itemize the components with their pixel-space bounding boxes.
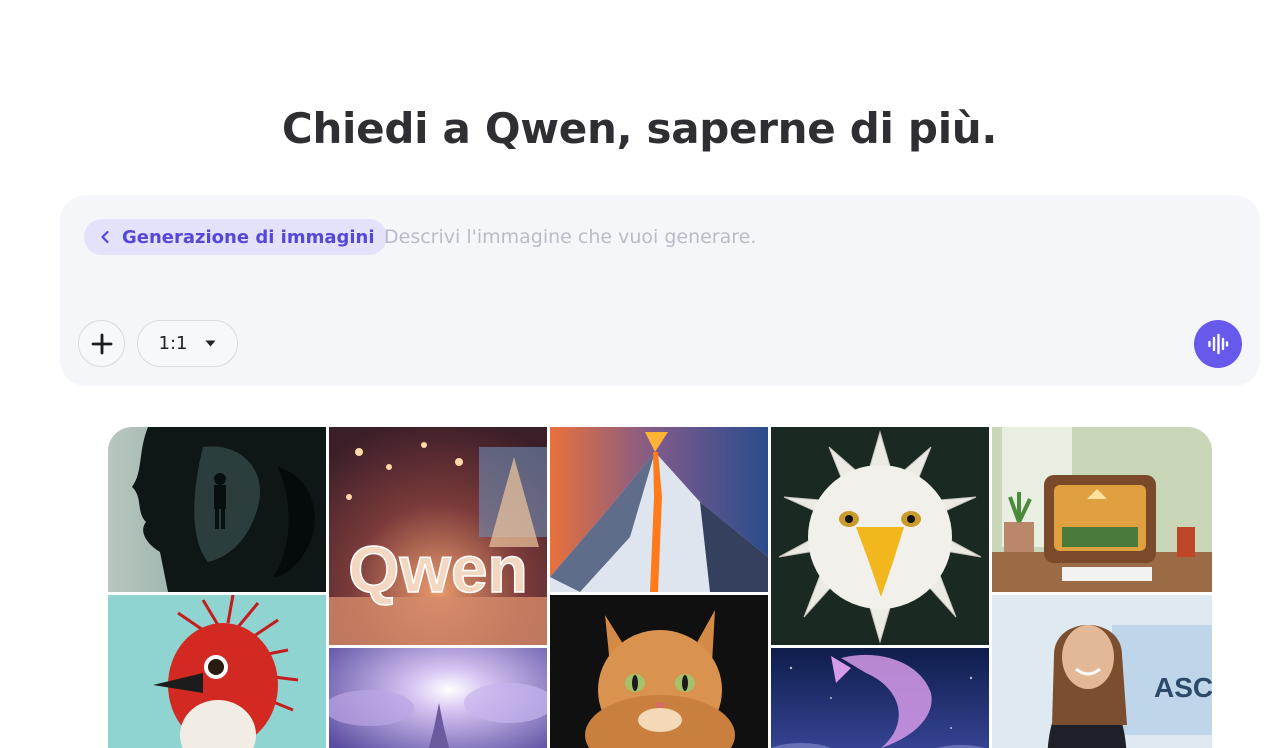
gallery-image-volcano[interactable] bbox=[550, 427, 768, 592]
gallery-image-cat[interactable] bbox=[550, 595, 768, 748]
speaker-backdrop-text: ASC bbox=[1154, 672, 1212, 703]
image-gallery: Qwen ASC bbox=[108, 427, 1212, 748]
aspect-ratio-dropdown[interactable]: 1:1 bbox=[137, 320, 238, 367]
image-generation-mode-chip[interactable]: Generazione di immagini bbox=[84, 219, 387, 255]
qwen-letters-text: Qwen bbox=[348, 532, 528, 606]
gallery-image-castle-sky[interactable] bbox=[329, 648, 547, 748]
voice-waveform-icon bbox=[1208, 333, 1229, 355]
caret-down-icon bbox=[205, 340, 216, 347]
page-title: Chiedi a Qwen, saperne di più. bbox=[281, 104, 998, 153]
gallery-image-whale[interactable] bbox=[771, 648, 989, 748]
gallery-image-speaker[interactable]: ASC bbox=[992, 595, 1212, 748]
plus-icon bbox=[91, 333, 112, 354]
prompt-composer: Generazione di immagini 1:1 bbox=[60, 195, 1260, 386]
voice-input-button[interactable] bbox=[1194, 320, 1242, 368]
gallery-image-qwen-letters[interactable]: Qwen bbox=[329, 427, 547, 645]
gallery-image-eagle[interactable] bbox=[771, 427, 989, 645]
attach-button[interactable] bbox=[78, 320, 125, 367]
gallery-image-spiky-bird[interactable] bbox=[108, 595, 326, 748]
gallery-image-silhouette[interactable] bbox=[108, 427, 326, 592]
mode-chip-label: Generazione di immagini bbox=[122, 226, 375, 248]
chevron-left-icon bbox=[101, 230, 109, 244]
prompt-input[interactable] bbox=[384, 219, 1234, 255]
gallery-image-radio-room[interactable] bbox=[992, 427, 1212, 592]
aspect-ratio-value: 1:1 bbox=[158, 333, 188, 354]
